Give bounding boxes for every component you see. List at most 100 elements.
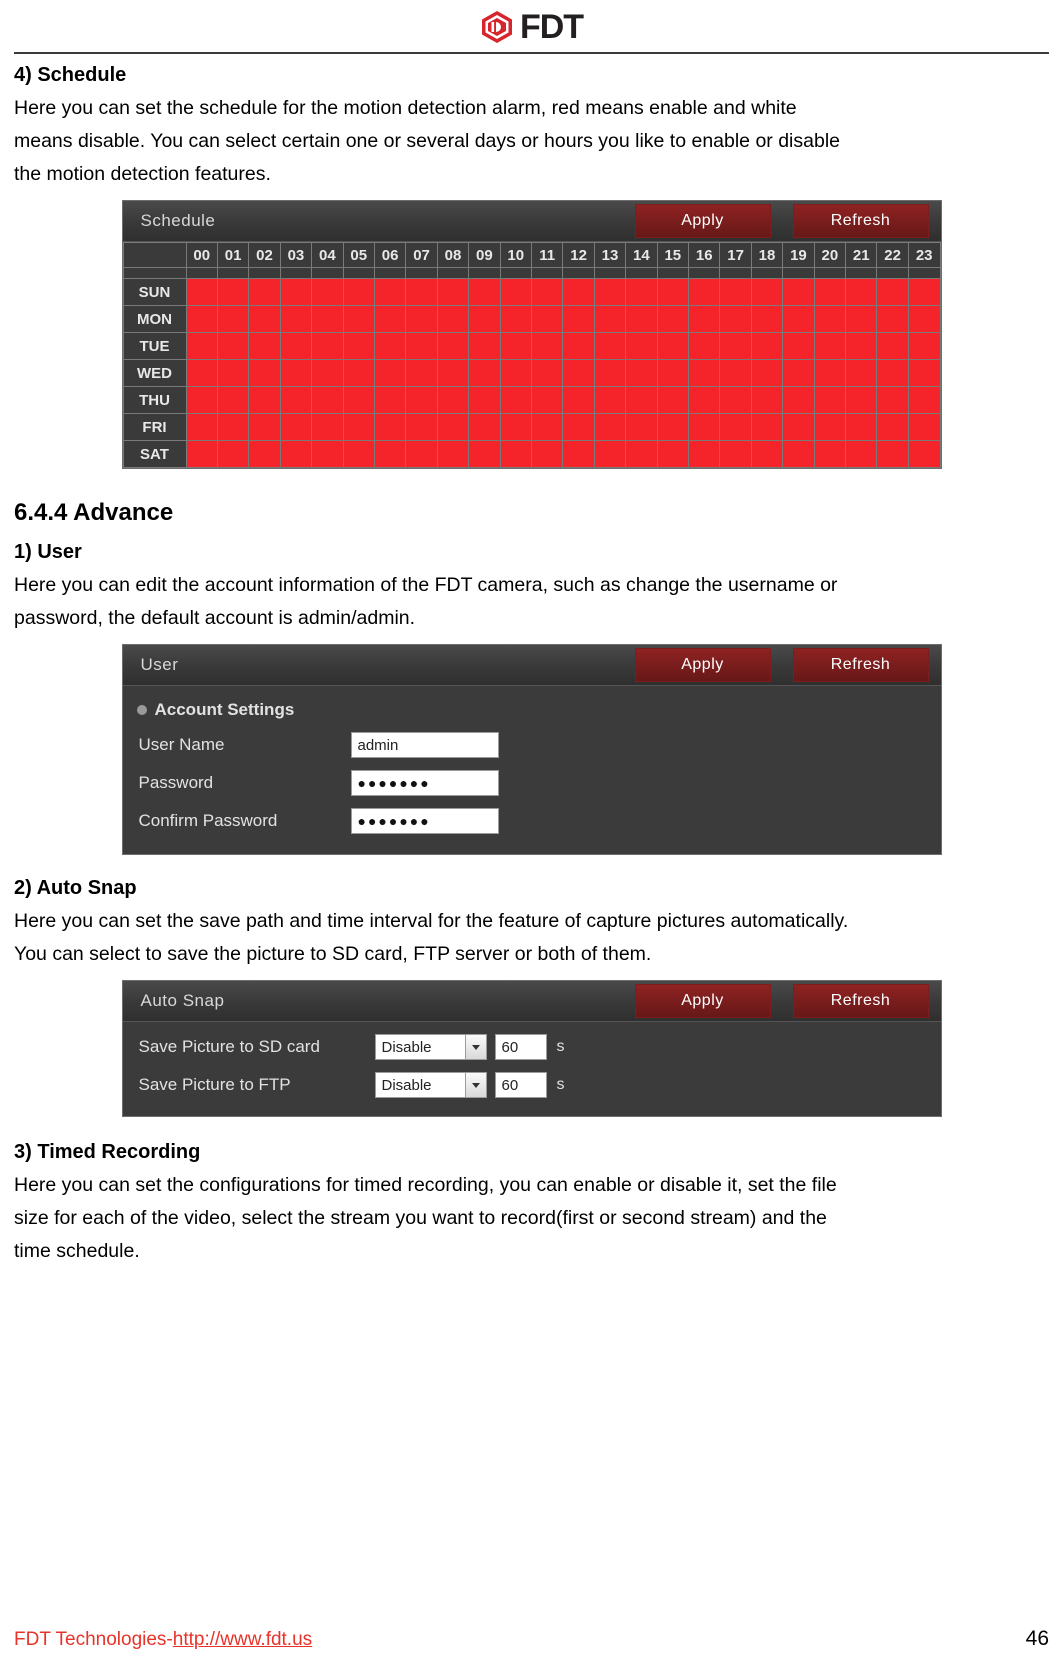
schedule-cell[interactable]: [876, 359, 909, 387]
schedule-cell[interactable]: [750, 440, 784, 468]
schedule-cell[interactable]: [907, 413, 941, 441]
schedule-cell[interactable]: [216, 305, 250, 333]
schedule-cell[interactable]: [373, 332, 407, 360]
user-name-input[interactable]: admin: [350, 732, 499, 758]
schedule-cell[interactable]: [216, 278, 250, 306]
schedule-cell[interactable]: [876, 332, 909, 360]
schedule-day-fri[interactable]: FRI: [122, 413, 187, 441]
schedule-cell[interactable]: [782, 440, 815, 468]
confirm-password-input[interactable]: ●●●●●●●: [350, 808, 499, 834]
schedule-cell[interactable]: [656, 440, 690, 468]
schedule-cell[interactable]: [845, 278, 878, 306]
schedule-apply-button[interactable]: Apply: [634, 204, 771, 238]
schedule-cell[interactable]: [405, 413, 438, 441]
schedule-cell[interactable]: [876, 305, 909, 333]
schedule-cell[interactable]: [373, 278, 407, 306]
schedule-cell[interactable]: [499, 278, 532, 306]
chevron-down-icon[interactable]: [464, 1073, 486, 1097]
user-apply-button[interactable]: Apply: [634, 648, 771, 682]
schedule-cell[interactable]: [373, 413, 407, 441]
schedule-cell[interactable]: [248, 386, 281, 414]
schedule-cell[interactable]: [499, 413, 532, 441]
schedule-day-sat[interactable]: SAT: [122, 440, 187, 468]
schedule-row[interactable]: THU: [122, 386, 941, 414]
schedule-cell[interactable]: [719, 440, 752, 468]
schedule-cell[interactable]: [876, 413, 909, 441]
schedule-cell[interactable]: [562, 332, 595, 360]
schedule-cell[interactable]: [687, 305, 721, 333]
schedule-cell[interactable]: [656, 305, 690, 333]
sd-card-interval-input[interactable]: 60: [494, 1034, 547, 1060]
schedule-cell[interactable]: [499, 386, 532, 414]
schedule-cell[interactable]: [373, 386, 407, 414]
schedule-cell[interactable]: [876, 386, 909, 414]
schedule-cell[interactable]: [719, 386, 752, 414]
schedule-cell[interactable]: [750, 386, 784, 414]
schedule-cell[interactable]: [342, 386, 375, 414]
schedule-cell[interactable]: [248, 440, 281, 468]
schedule-cell[interactable]: [907, 359, 941, 387]
schedule-cell[interactable]: [530, 332, 564, 360]
schedule-cell[interactable]: [813, 305, 847, 333]
schedule-cell[interactable]: [216, 332, 250, 360]
schedule-cell[interactable]: [625, 440, 658, 468]
schedule-cell[interactable]: [311, 440, 344, 468]
schedule-cell[interactable]: [279, 440, 313, 468]
schedule-cell[interactable]: [719, 359, 752, 387]
schedule-cell[interactable]: [845, 386, 878, 414]
schedule-cell[interactable]: [782, 359, 815, 387]
schedule-cell[interactable]: [750, 305, 784, 333]
schedule-cell[interactable]: [279, 359, 313, 387]
schedule-cell[interactable]: [813, 359, 847, 387]
schedule-cell[interactable]: [405, 359, 438, 387]
schedule-cell[interactable]: [593, 305, 627, 333]
schedule-cell[interactable]: [248, 359, 281, 387]
schedule-cell[interactable]: [593, 386, 627, 414]
schedule-cell[interactable]: [907, 305, 941, 333]
schedule-cell[interactable]: [185, 413, 218, 441]
schedule-cell[interactable]: [373, 305, 407, 333]
schedule-cell[interactable]: [530, 386, 564, 414]
schedule-cell[interactable]: [656, 332, 690, 360]
schedule-cell[interactable]: [311, 359, 344, 387]
schedule-cell[interactable]: [405, 332, 438, 360]
schedule-cell[interactable]: [562, 305, 595, 333]
schedule-cell[interactable]: [311, 332, 344, 360]
schedule-cell[interactable]: [625, 359, 658, 387]
schedule-cell[interactable]: [185, 386, 218, 414]
schedule-cell[interactable]: [656, 413, 690, 441]
schedule-cell[interactable]: [813, 386, 847, 414]
schedule-table[interactable]: 00 01 02 03 04 05 06 07 08 09 10 11 12 13 14 15 16 17 18 19…: [122, 242, 941, 468]
autosnap-apply-button[interactable]: Apply: [634, 984, 771, 1018]
schedule-cell[interactable]: [185, 359, 218, 387]
schedule-cell[interactable]: [845, 332, 878, 360]
schedule-cell[interactable]: [656, 278, 690, 306]
schedule-cell[interactable]: [499, 359, 532, 387]
schedule-cell[interactable]: [311, 386, 344, 414]
schedule-cell[interactable]: [436, 305, 470, 333]
schedule-day-wed[interactable]: WED: [122, 359, 187, 387]
schedule-cell[interactable]: [719, 332, 752, 360]
schedule-day-thu[interactable]: THU: [122, 386, 187, 414]
schedule-cell[interactable]: [845, 305, 878, 333]
schedule-cell[interactable]: [436, 386, 470, 414]
schedule-cell[interactable]: [468, 440, 501, 468]
schedule-cell[interactable]: [687, 332, 721, 360]
schedule-cell[interactable]: [468, 386, 501, 414]
schedule-cell[interactable]: [248, 278, 281, 306]
schedule-cell[interactable]: [782, 278, 815, 306]
schedule-grid[interactable]: 00 01 02 03 04 05 06 07 08 09 10 11 12 13 14 15 16 17 18 19…: [122, 242, 941, 468]
schedule-cell[interactable]: [782, 305, 815, 333]
schedule-cell[interactable]: [656, 359, 690, 387]
schedule-cell[interactable]: [279, 305, 313, 333]
schedule-row[interactable]: SAT: [122, 440, 941, 468]
schedule-cell[interactable]: [248, 332, 281, 360]
schedule-cell[interactable]: [373, 359, 407, 387]
schedule-cell[interactable]: [248, 305, 281, 333]
schedule-day-tue[interactable]: TUE: [122, 332, 187, 360]
schedule-cell[interactable]: [907, 440, 941, 468]
schedule-cell[interactable]: [719, 278, 752, 306]
schedule-cell[interactable]: [813, 440, 847, 468]
schedule-cell[interactable]: [216, 359, 250, 387]
user-refresh-button[interactable]: Refresh: [792, 648, 929, 682]
